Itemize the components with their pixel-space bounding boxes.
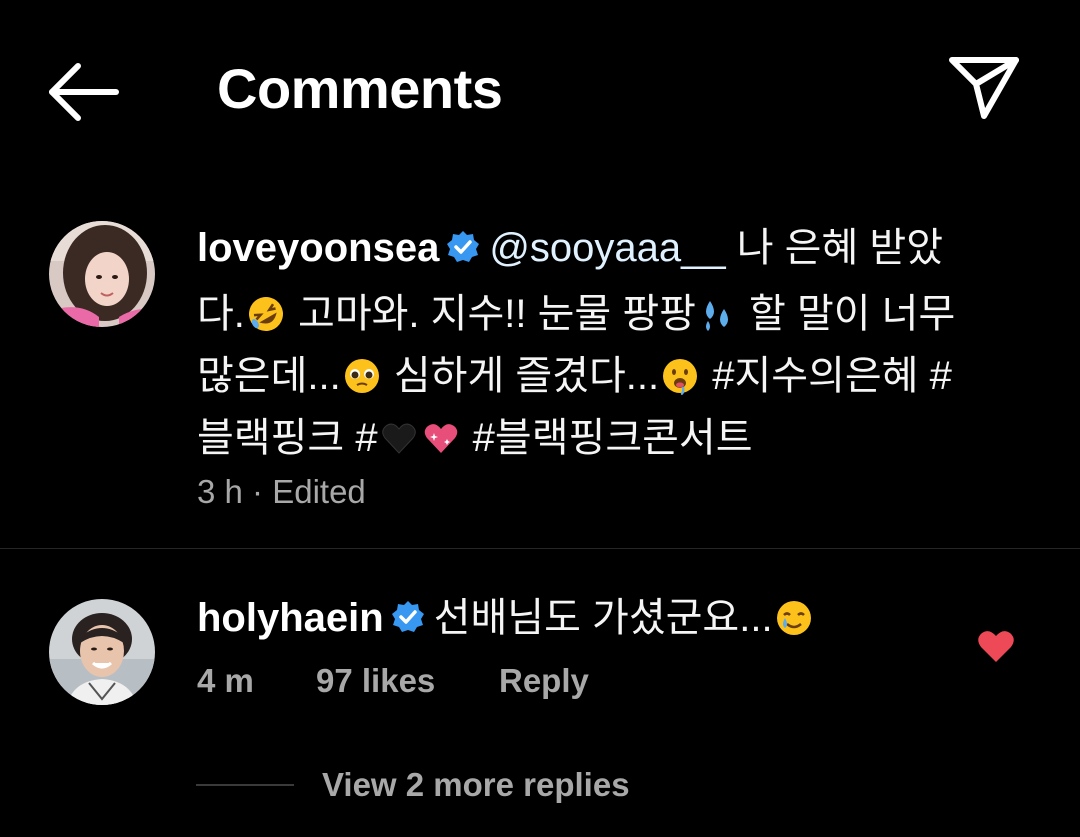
like-button[interactable] (976, 628, 1016, 664)
caption-text-4: 심하게 즐겼다... (382, 354, 660, 398)
back-button[interactable] (46, 60, 122, 124)
pleading-face-emoji (343, 351, 381, 393)
replies-divider-line (196, 784, 294, 786)
smiling-face-with-tear-emoji (775, 593, 813, 635)
verified-badge-icon (390, 591, 426, 653)
caption-text-2: 고마와. 지수!! 눈물 팡팡 (286, 292, 696, 336)
verified-badge-icon (445, 221, 481, 283)
avatar-loveyoonsea[interactable] (49, 221, 155, 327)
page-title: Comments (217, 57, 503, 120)
caption-text-6[interactable]: #블랙핑크콘서트 (462, 416, 753, 460)
edited-label: Edited (272, 473, 366, 510)
sparkling-heart-emoji (422, 413, 460, 453)
drooling-face-emoji (661, 351, 699, 396)
paper-plane-icon (949, 57, 1019, 119)
divider (0, 548, 1080, 549)
reply-button[interactable]: Reply (499, 662, 589, 700)
reply-time: 4 m (197, 662, 254, 699)
caption-comment: loveyoonsea @sooyaaa__ 나 은혜 받았다. 고마와. 지수!… (197, 217, 987, 469)
share-button[interactable] (946, 54, 1022, 122)
black-heart-emoji (380, 413, 418, 454)
header-bar: Comments (0, 0, 1080, 180)
rolling-laughing-emoji (247, 289, 285, 331)
username-loveyoonsea[interactable]: loveyoonsea (197, 226, 439, 270)
reply-likes[interactable]: 97 likes (316, 662, 435, 700)
reply-comment: holyhaein 선배님도 가셨군요... (197, 587, 815, 653)
view-more-replies-button[interactable]: View 2 more replies (322, 766, 630, 804)
username-holyhaein[interactable]: holyhaein (197, 596, 384, 640)
sweat-droplets-emoji (698, 289, 736, 331)
meta-separator: · (252, 473, 264, 510)
reply-text-body: 선배님도 가셨군요... (433, 596, 773, 640)
avatar-holyhaein[interactable] (49, 599, 155, 705)
mention-link[interactable]: @sooyaaa__ (489, 226, 725, 270)
caption-meta: 3 h · Edited (197, 473, 366, 511)
heart-filled-icon (978, 631, 1014, 662)
arrow-left-icon (49, 63, 119, 121)
caption-time: 3 h (197, 473, 243, 510)
